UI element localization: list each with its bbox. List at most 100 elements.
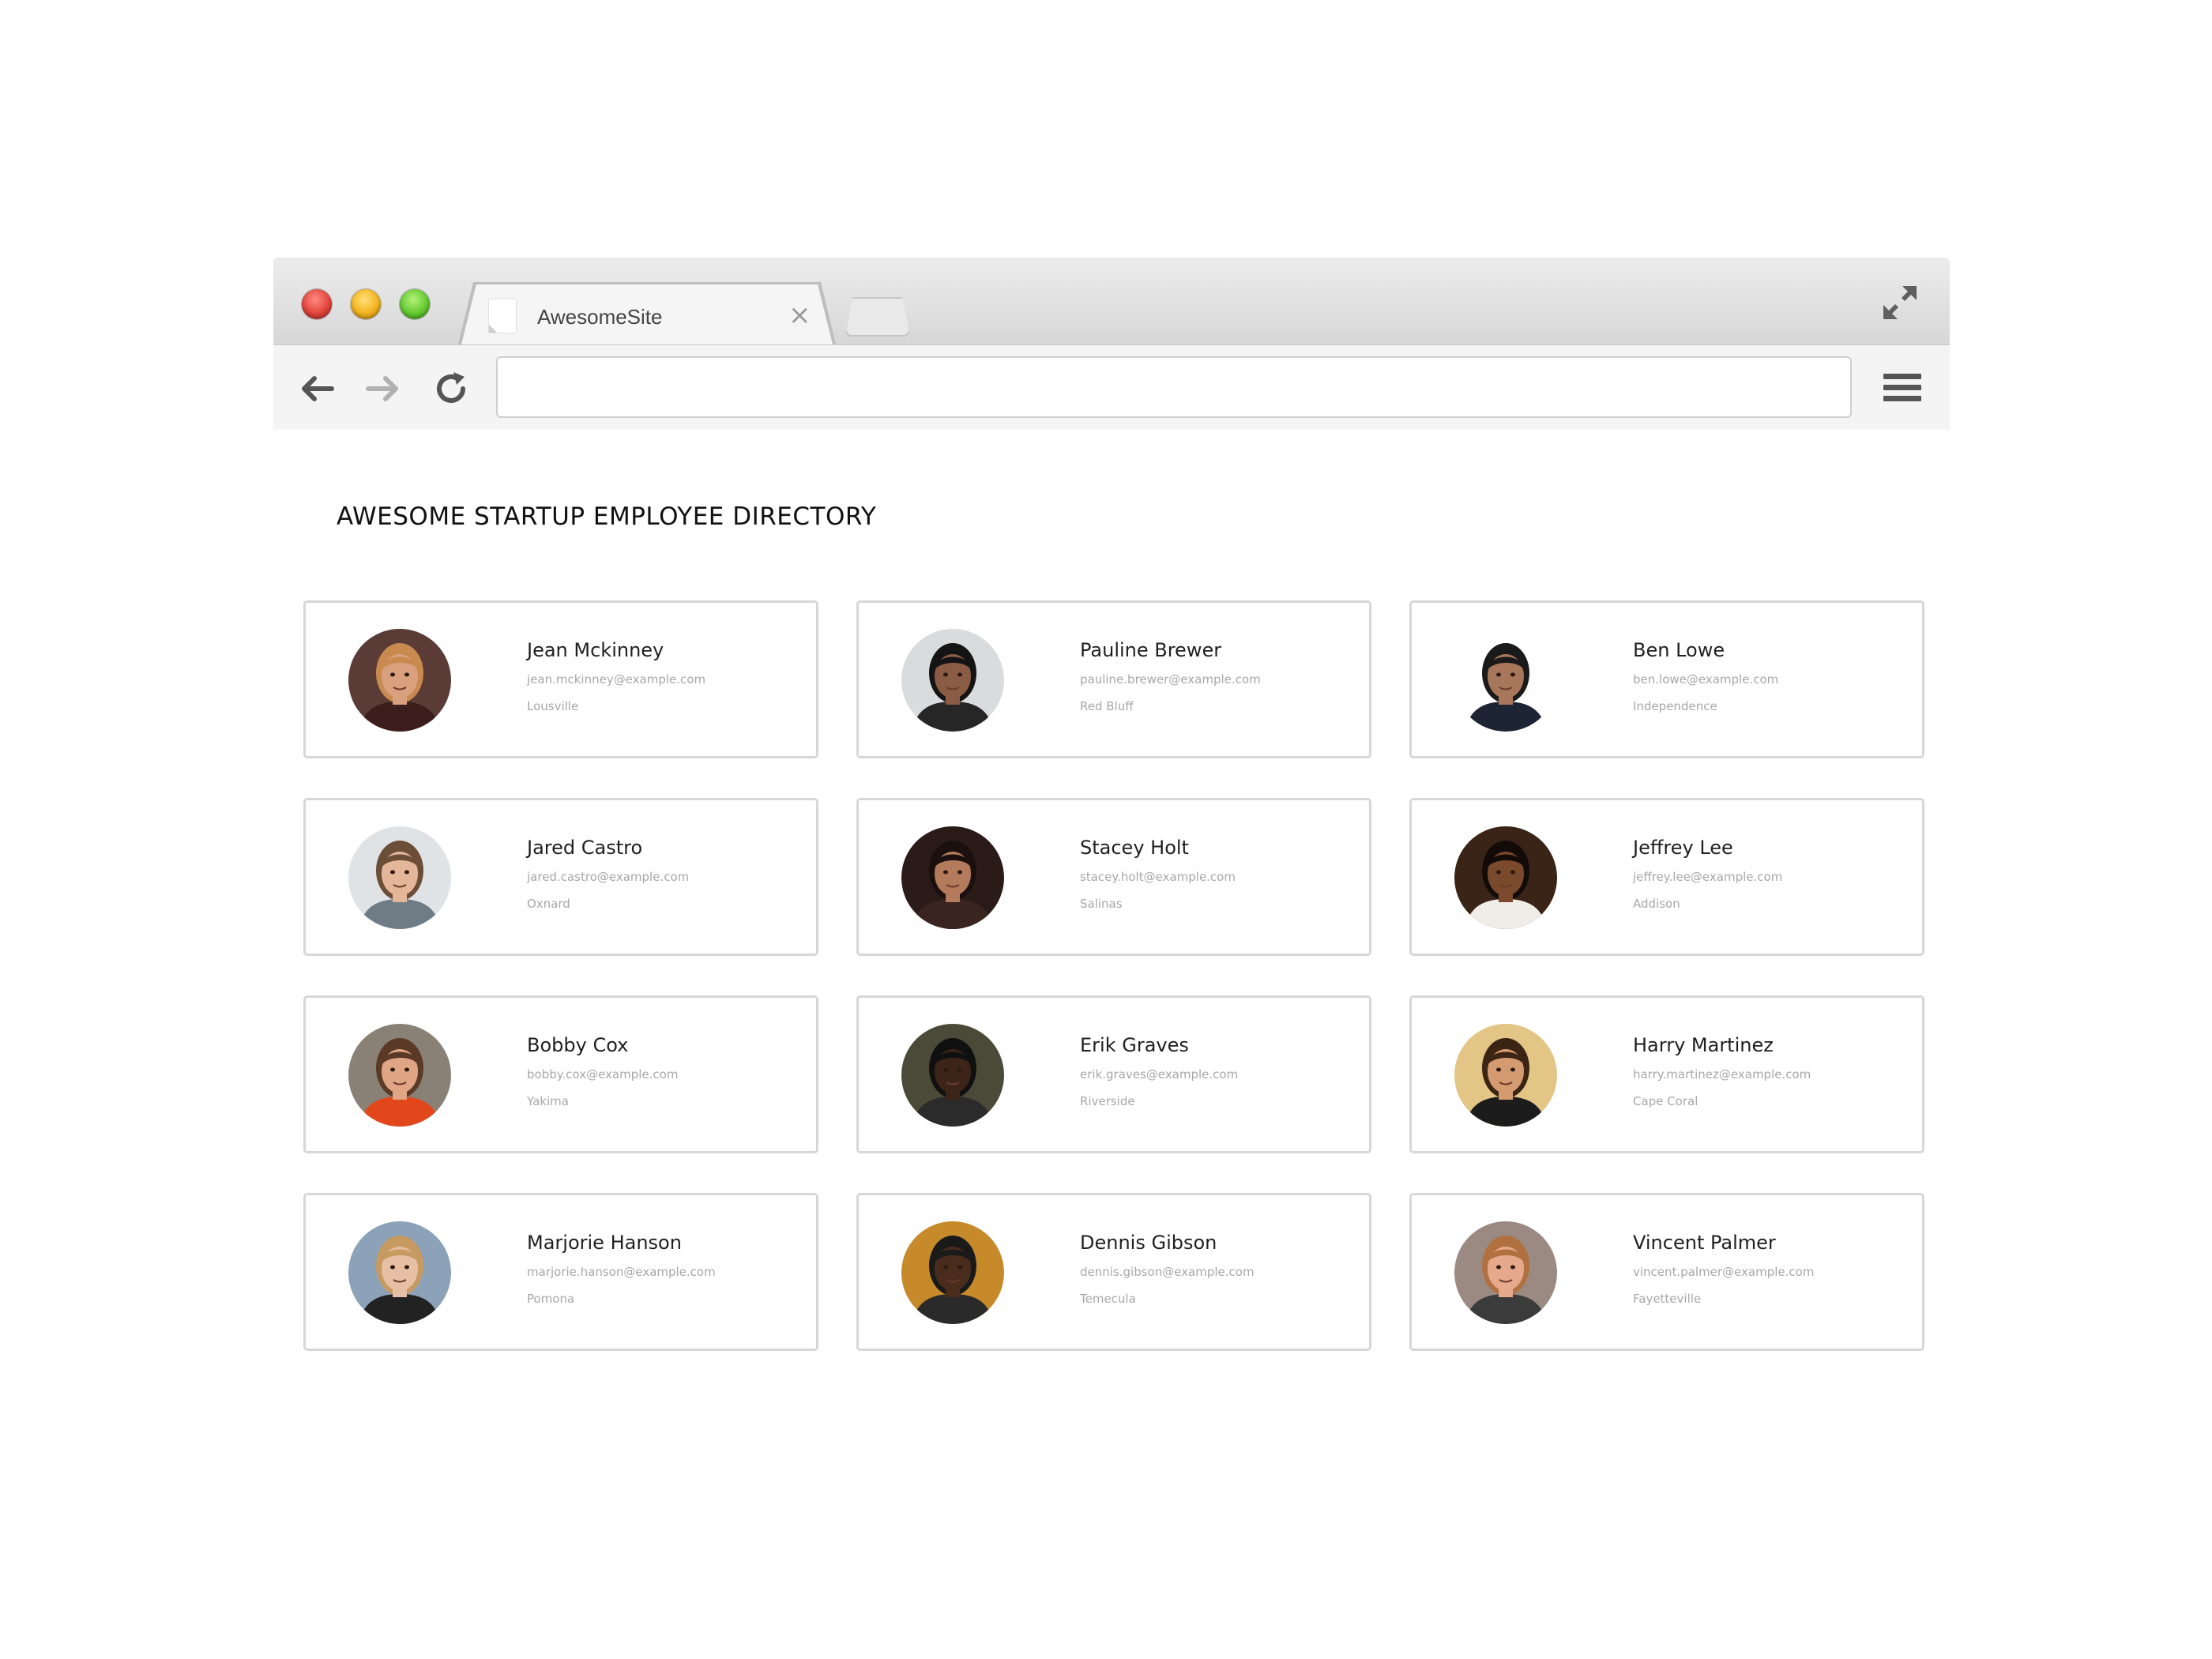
avatar-portrait	[901, 826, 1004, 929]
avatar-portrait	[901, 1024, 1004, 1127]
employee-city: Temecula	[1080, 1292, 1136, 1306]
avatar	[1454, 629, 1557, 732]
employee-city: Fayetteville	[1633, 1292, 1702, 1306]
zoom-window-button[interactable]	[400, 289, 430, 319]
avatar	[901, 1024, 1004, 1127]
employee-email: bobby.cox@example.com	[527, 1067, 679, 1082]
tab-title: AwesomeSite	[537, 305, 663, 329]
page-title: AWESOME STARTUP EMPLOYEE DIRECTORY	[337, 502, 877, 531]
employee-grid: Jean Mckinney jean.mckinney@example.com Lo…	[303, 600, 1924, 1351]
employee-info: Ben Lowe ben.lowe@example.com Independence	[1633, 639, 1902, 713]
avatar	[901, 629, 1004, 732]
employee-email: stacey.holt@example.com	[1080, 870, 1236, 884]
reload-icon[interactable]	[431, 369, 471, 408]
avatar-portrait	[1454, 629, 1557, 732]
employee-name: Bobby Cox	[527, 1034, 629, 1056]
employee-name: Harry Martinez	[1633, 1034, 1774, 1056]
page-favicon-icon	[488, 299, 517, 333]
minimize-window-button[interactable]	[351, 289, 381, 319]
fullscreen-icon[interactable]	[1880, 283, 1920, 322]
employee-name: Marjorie Hanson	[527, 1232, 682, 1254]
employee-card[interactable]: Vincent Palmer vincent.palmer@example.com…	[1409, 1193, 1924, 1351]
employee-city: Pomona	[527, 1292, 575, 1306]
browser-window: AwesomeSite × AWESOME STARTUP EMPLOYEE D…	[273, 258, 1950, 1364]
avatar-portrait	[1454, 1221, 1557, 1324]
employee-info: Harry Martinez harry.martinez@example.com…	[1633, 1034, 1902, 1108]
avatar	[1454, 1221, 1557, 1324]
avatar-portrait	[348, 826, 451, 929]
employee-name: Pauline Brewer	[1080, 639, 1222, 661]
avatar	[1454, 826, 1557, 929]
employee-email: pauline.brewer@example.com	[1080, 672, 1261, 687]
avatar	[348, 826, 451, 929]
employee-card[interactable]: Jean Mckinney jean.mckinney@example.com Lo…	[303, 600, 818, 758]
employee-info: Jean Mckinney jean.mckinney@example.com Lo…	[527, 639, 796, 713]
avatar	[901, 826, 1004, 929]
avatar-portrait	[348, 629, 451, 732]
employee-email: dennis.gibson@example.com	[1080, 1265, 1255, 1279]
employee-info: Pauline Brewer pauline.brewer@example.com…	[1080, 639, 1349, 713]
employee-email: marjorie.hanson@example.com	[527, 1265, 716, 1279]
employee-name: Jared Castro	[527, 837, 643, 859]
hamburger-menu-icon[interactable]	[1882, 369, 1923, 407]
employee-card[interactable]: Erik Graves erik.graves@example.com Rivers…	[856, 995, 1371, 1153]
avatar	[348, 629, 451, 732]
employee-card[interactable]: Bobby Cox bobby.cox@example.com Yakima	[303, 995, 818, 1153]
employee-city: Cape Coral	[1633, 1094, 1698, 1108]
employee-city: Salinas	[1080, 897, 1123, 911]
avatar-portrait	[901, 1221, 1004, 1324]
employee-card[interactable]: Stacey Holt stacey.holt@example.com Salina…	[856, 798, 1371, 956]
arrow-left-icon[interactable]	[297, 369, 337, 408]
employee-email: jeffrey.lee@example.com	[1633, 870, 1783, 884]
employee-card[interactable]: Pauline Brewer pauline.brewer@example.com…	[856, 600, 1371, 758]
employee-info: Jared Castro jared.castro@example.com Oxna…	[527, 837, 796, 911]
employee-info: Jeffrey Lee jeffrey.lee@example.com Addiso…	[1633, 837, 1902, 911]
employee-info: Erik Graves erik.graves@example.com Rivers…	[1080, 1034, 1349, 1108]
browser-titlebar: AwesomeSite ×	[273, 258, 1950, 344]
employee-city: Red Bluff	[1080, 699, 1134, 713]
employee-name: Jeffrey Lee	[1633, 837, 1733, 859]
employee-info: Vincent Palmer vincent.palmer@example.com…	[1633, 1232, 1902, 1306]
employee-name: Jean Mckinney	[527, 639, 664, 661]
address-bar-input[interactable]	[496, 356, 1852, 418]
employee-city: Lousville	[527, 699, 579, 713]
avatar	[1454, 1024, 1557, 1127]
close-window-button[interactable]	[302, 289, 332, 319]
avatar-portrait	[1454, 1024, 1557, 1127]
avatar	[348, 1221, 451, 1324]
employee-name: Stacey Holt	[1080, 837, 1189, 859]
employee-info: Bobby Cox bobby.cox@example.com Yakima	[527, 1034, 796, 1108]
employee-info: Dennis Gibson dennis.gibson@example.com Te…	[1080, 1232, 1349, 1306]
employee-name: Ben Lowe	[1633, 639, 1725, 661]
avatar	[348, 1024, 451, 1127]
employee-info: Stacey Holt stacey.holt@example.com Salina…	[1080, 837, 1349, 911]
employee-name: Erik Graves	[1080, 1034, 1189, 1056]
employee-email: harry.martinez@example.com	[1633, 1067, 1811, 1082]
employee-card[interactable]: Ben Lowe ben.lowe@example.com Independence	[1409, 600, 1924, 758]
employee-city: Oxnard	[527, 897, 570, 911]
arrow-right-icon[interactable]	[363, 369, 403, 408]
employee-name: Dennis Gibson	[1080, 1232, 1217, 1254]
employee-city: Riverside	[1080, 1094, 1135, 1108]
employee-card[interactable]: Jared Castro jared.castro@example.com Oxna…	[303, 798, 818, 956]
browser-toolbar	[273, 344, 1950, 431]
employee-email: ben.lowe@example.com	[1633, 672, 1779, 687]
employee-info: Marjorie Hanson marjorie.hanson@example.c…	[527, 1232, 796, 1306]
new-tab-button[interactable]	[845, 297, 910, 337]
page: AwesomeSite × AWESOME STARTUP EMPLOYEE D…	[0, 0, 2212, 1659]
employee-email: jared.castro@example.com	[527, 870, 690, 884]
employee-card[interactable]: Dennis Gibson dennis.gibson@example.com Te…	[856, 1193, 1371, 1351]
employee-card[interactable]: Jeffrey Lee jeffrey.lee@example.com Addiso…	[1409, 798, 1924, 956]
employee-email: erik.graves@example.com	[1080, 1067, 1239, 1082]
employee-card[interactable]: Marjorie Hanson marjorie.hanson@example.c…	[303, 1193, 818, 1351]
employee-name: Vincent Palmer	[1633, 1232, 1776, 1254]
tab-close-icon[interactable]: ×	[788, 302, 811, 329]
employee-card[interactable]: Harry Martinez harry.martinez@example.com…	[1409, 995, 1924, 1153]
employee-email: vincent.palmer@example.com	[1633, 1265, 1815, 1279]
avatar-portrait	[901, 629, 1004, 732]
avatar	[901, 1221, 1004, 1324]
page-content: AWESOME STARTUP EMPLOYEE DIRECTORY Jean …	[273, 430, 1950, 1364]
avatar-portrait	[348, 1024, 451, 1127]
employee-city: Independence	[1633, 699, 1717, 713]
avatar-portrait	[1454, 826, 1557, 929]
